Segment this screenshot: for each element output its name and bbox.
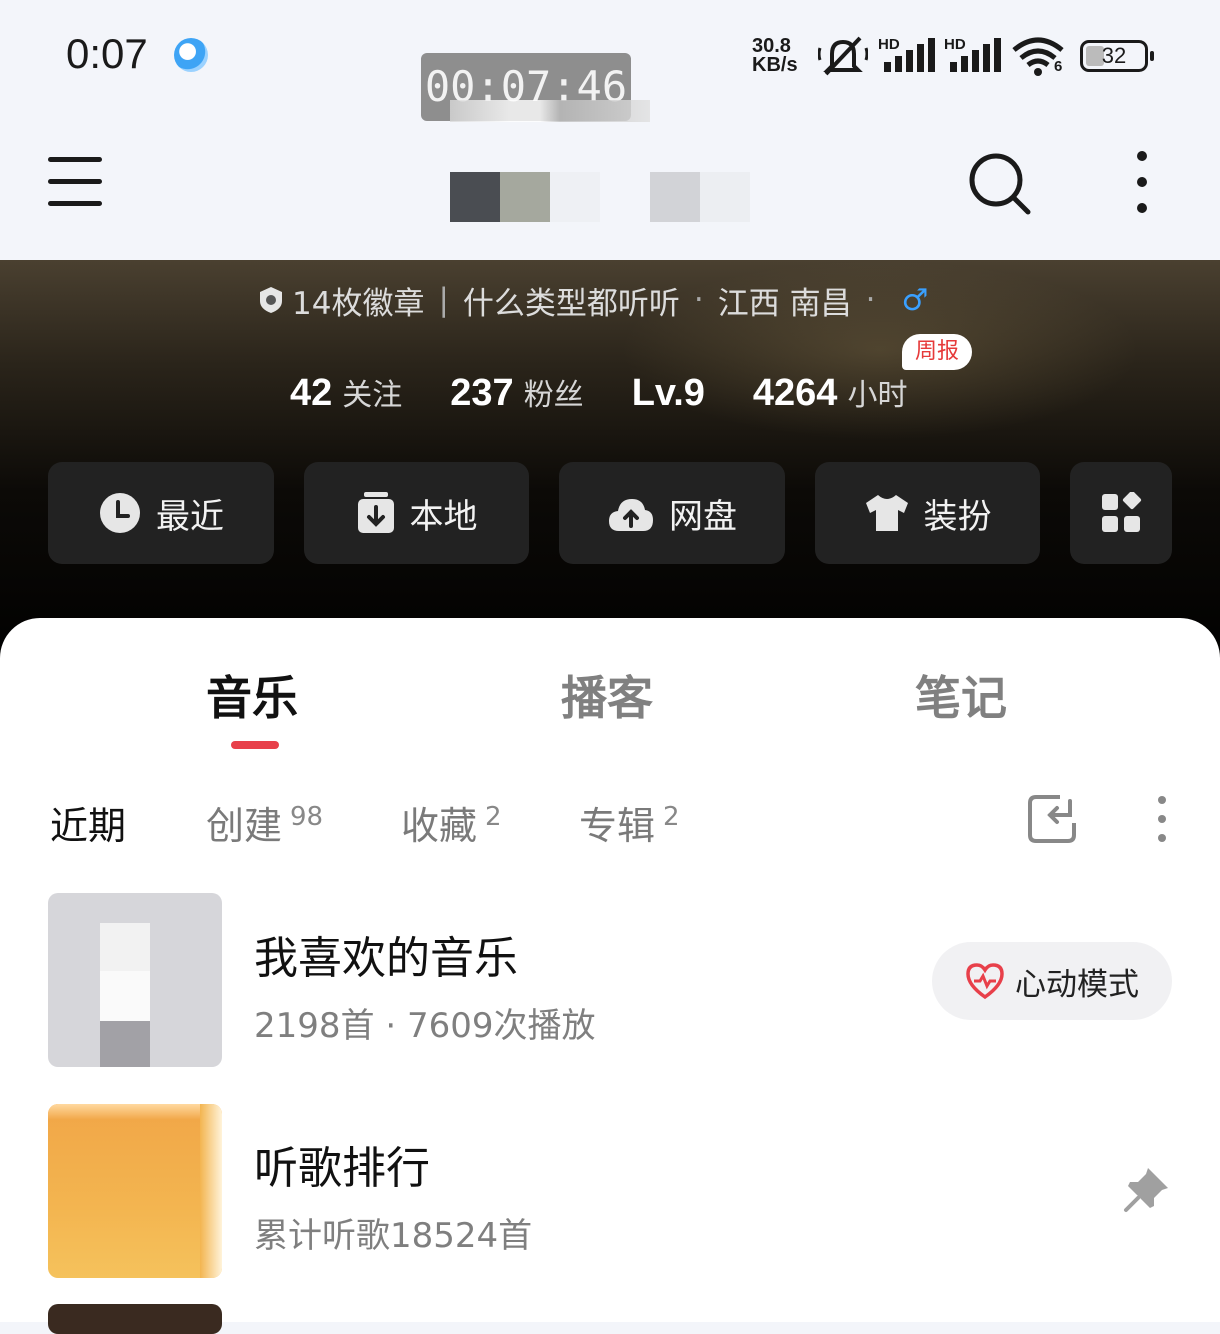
subtab-created[interactable]: 创建 98 bbox=[206, 795, 323, 850]
heart-mode-button[interactable]: 心动模式 bbox=[932, 942, 1172, 1020]
wifi-icon: 6 bbox=[1010, 34, 1068, 78]
heart-pulse-icon bbox=[966, 963, 1004, 1000]
playlist-title[interactable]: 我喜欢的音乐 bbox=[254, 922, 518, 986]
separator: | bbox=[438, 282, 449, 318]
search-icon[interactable] bbox=[966, 150, 1032, 216]
app-notification-icon bbox=[174, 38, 208, 72]
male-icon: ♂ bbox=[901, 282, 929, 318]
playlist-cover[interactable] bbox=[48, 893, 222, 1067]
clock-icon bbox=[100, 493, 140, 533]
subtab-collected-count: 2 bbox=[485, 802, 502, 832]
user-level[interactable]: Lv.9 bbox=[632, 372, 705, 415]
network-speed: 30.8 KB/s bbox=[752, 36, 798, 76]
battery-percent: 32 bbox=[1101, 43, 1127, 68]
following-label[interactable]: 关注 bbox=[342, 370, 402, 414]
playlist-cover[interactable] bbox=[48, 1304, 222, 1334]
apps-grid-button[interactable] bbox=[1070, 462, 1172, 564]
shirt-icon bbox=[865, 495, 908, 531]
separator-dot: · bbox=[865, 282, 876, 318]
subtab-recent[interactable]: 近期 bbox=[50, 795, 126, 850]
tab-indicator bbox=[231, 741, 279, 749]
playlist-cover[interactable] bbox=[48, 1104, 222, 1278]
dress-up-button[interactable]: 装扮 bbox=[815, 462, 1040, 564]
listening-hours-label[interactable]: 小时 bbox=[847, 370, 907, 414]
subtab-created-count: 98 bbox=[290, 802, 324, 832]
signal-icon: HD bbox=[944, 36, 1004, 76]
listening-hours[interactable]: 4264 bbox=[753, 372, 838, 415]
tab-music[interactable]: 音乐 bbox=[206, 662, 298, 728]
more-vertical-icon[interactable] bbox=[1130, 150, 1154, 216]
cloud-disk-label: 网盘 bbox=[669, 496, 737, 537]
followers-label[interactable]: 粉丝 bbox=[524, 370, 584, 414]
import-icon[interactable] bbox=[1026, 793, 1078, 845]
blurred-overlay bbox=[450, 100, 650, 122]
subtab-albums[interactable]: 专辑 2 bbox=[579, 795, 680, 850]
network-speed-unit: KB/s bbox=[752, 54, 798, 76]
recent-label: 最近 bbox=[156, 496, 224, 537]
subtab-collected[interactable]: 收藏 2 bbox=[401, 795, 502, 850]
profile-info-line: 14枚徽章 | 什么类型都听听 · 江西 南昌 · ♂ bbox=[258, 278, 928, 322]
battery-icon: 32 bbox=[1080, 40, 1154, 72]
status-bar: 0:07 00:07:46 30.8 KB/s HD HD 6 32 bbox=[0, 0, 1220, 130]
subtab-albums-label: 专辑 bbox=[579, 804, 656, 848]
app-bar bbox=[0, 130, 1220, 260]
list-more-icon[interactable] bbox=[1150, 794, 1174, 846]
separator-dot: · bbox=[693, 282, 704, 318]
profile-stats: 42 关注 237 粉丝 Lv.9 4264 小时 bbox=[290, 370, 907, 415]
badge-icon bbox=[260, 287, 282, 313]
following-count[interactable]: 42 bbox=[290, 372, 332, 415]
local-button[interactable]: 本地 bbox=[304, 462, 529, 564]
profile-tagline: 什么类型都听听 bbox=[462, 285, 680, 322]
profile-location: 江西 南昌 bbox=[717, 285, 852, 322]
subtab-collected-label: 收藏 bbox=[401, 804, 478, 848]
signal-icon: HD bbox=[878, 36, 938, 76]
dress-up-label: 装扮 bbox=[923, 496, 992, 537]
heart-mode-label: 心动模式 bbox=[1015, 966, 1139, 1003]
subtab-albums-count: 2 bbox=[663, 802, 680, 832]
weekly-report-badge[interactable]: 周报 bbox=[902, 334, 972, 370]
followers-count[interactable]: 237 bbox=[450, 372, 513, 415]
menu-icon[interactable] bbox=[48, 157, 102, 207]
mute-icon bbox=[818, 36, 868, 76]
subtab-created-label: 创建 bbox=[206, 804, 283, 848]
status-time: 0:07 bbox=[66, 30, 148, 77]
cloud-disk-button[interactable]: 网盘 bbox=[559, 462, 785, 564]
tab-notes[interactable]: 笔记 bbox=[915, 662, 1007, 728]
subtab-recent-label: 近期 bbox=[50, 804, 127, 848]
tab-podcast[interactable]: 播客 bbox=[561, 662, 653, 728]
playlist-title[interactable]: 听歌排行 bbox=[254, 1132, 430, 1196]
playlist-subtitle: 累计听歌18524首 bbox=[254, 1216, 533, 1256]
cloud-upload-icon bbox=[609, 499, 653, 531]
wifi-6-label: 6 bbox=[1054, 58, 1063, 75]
local-label: 本地 bbox=[409, 496, 478, 537]
apps-grid-icon bbox=[1102, 492, 1142, 532]
badge-count[interactable]: 14枚徽章 bbox=[292, 278, 424, 323]
download-icon bbox=[357, 492, 394, 533]
recent-button[interactable]: 最近 bbox=[48, 462, 274, 564]
pin-icon[interactable] bbox=[1122, 1164, 1172, 1214]
playlist-subtitle: 2198首 · 7609次播放 bbox=[254, 1006, 596, 1046]
